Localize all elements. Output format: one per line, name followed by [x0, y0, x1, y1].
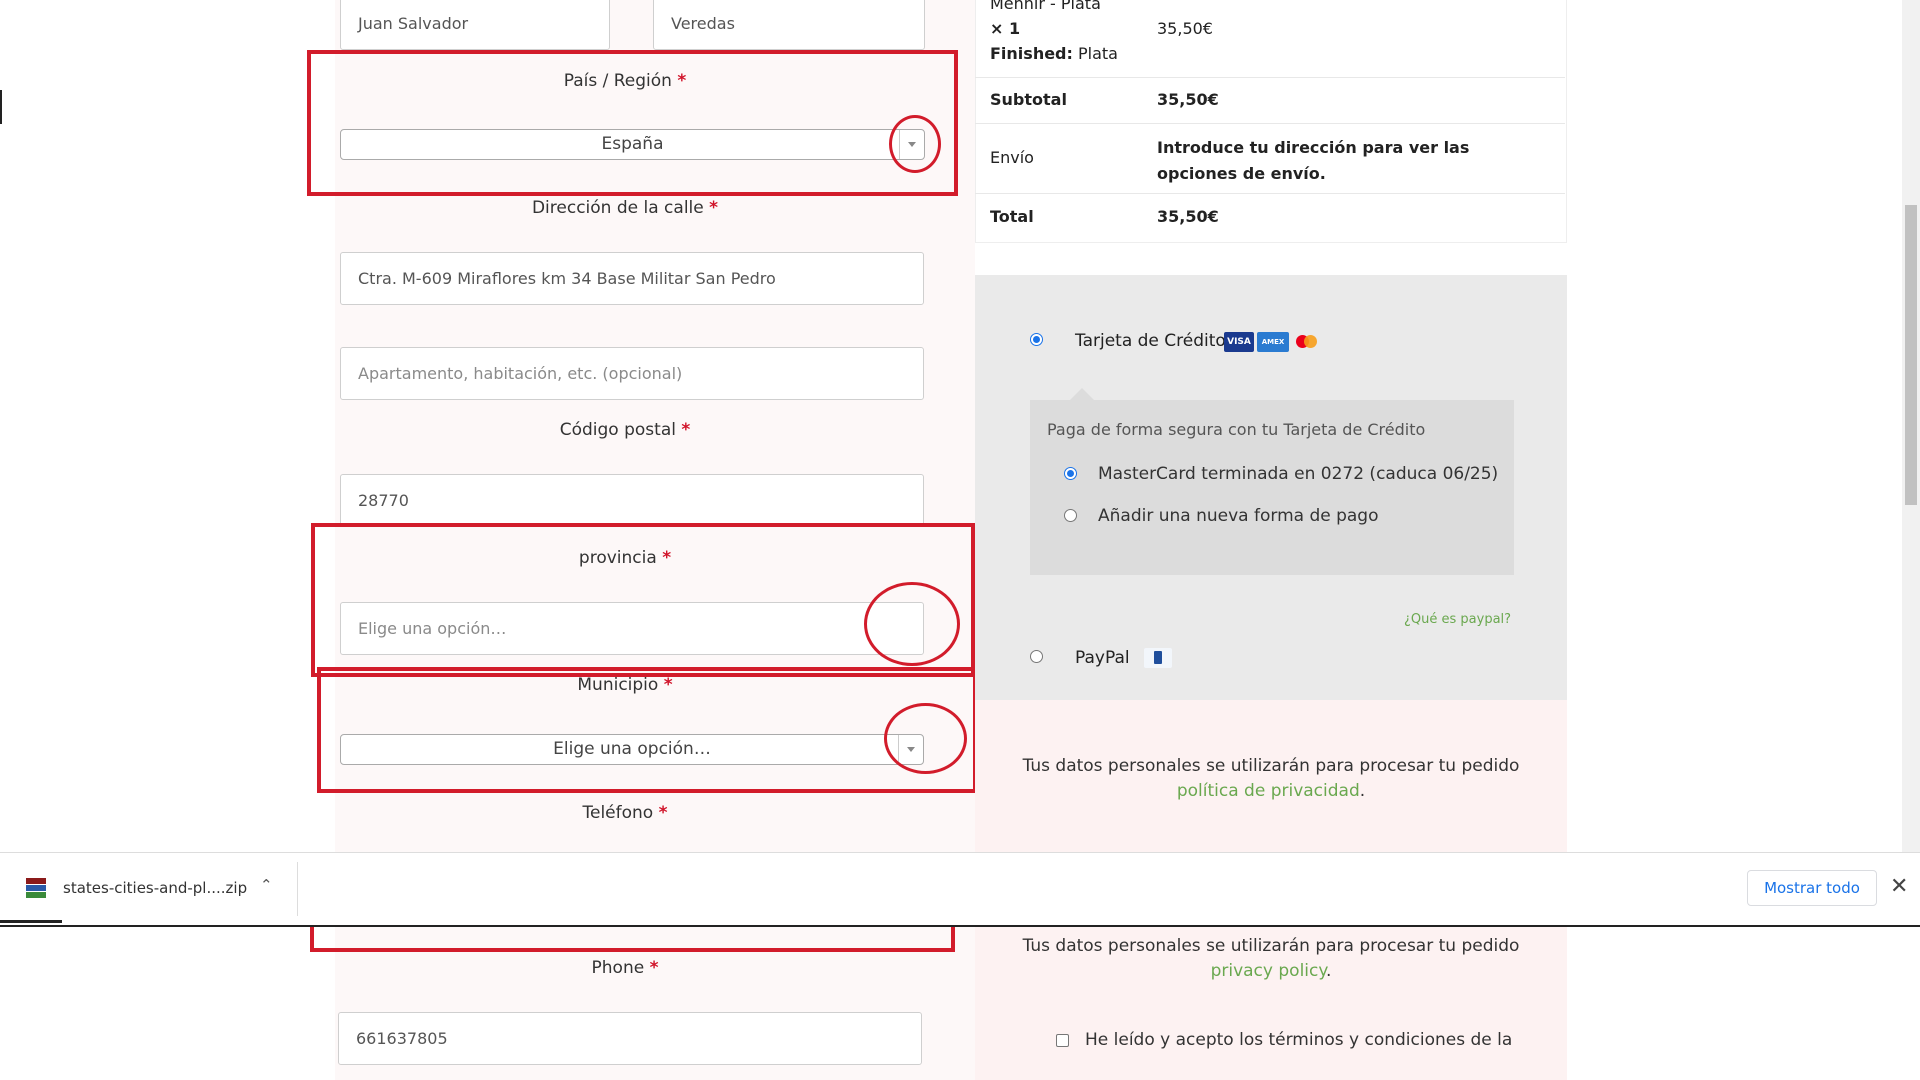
saved-card-label[interactable]: MasterCard terminada en 0272 (caduca 06/…: [1098, 464, 1498, 484]
terms-checkbox[interactable]: [1056, 1034, 1069, 1047]
phone-label: Teléfono *: [582, 803, 668, 823]
street-input[interactable]: Ctra. M-609 Miraflores km 34 Base Milita…: [340, 252, 924, 305]
privacy-text-en: Tus datos personales se utilizarán para …: [1022, 936, 1520, 956]
checkout-page: Juan Salvador Veredas País / Región * Es…: [0, 0, 1920, 1080]
product-attribute: Finished: Plata: [990, 44, 1118, 63]
row-divider: [975, 193, 1565, 194]
total-value: 35,50€: [1157, 207, 1219, 226]
close-icon[interactable]: ✕: [1890, 874, 1908, 899]
text-cursor: [0, 90, 2, 124]
product-price: 35,50€: [1157, 19, 1213, 38]
annotation-circle-municipality-arrow: [884, 703, 967, 774]
shipping-value: Introduce tu dirección para ver las opci…: [1157, 138, 1470, 183]
terms-label[interactable]: He leído y acepto los términos y condici…: [1085, 1030, 1512, 1050]
total-label: Total: [990, 207, 1034, 226]
annotation-box-municipality: [317, 667, 977, 793]
row-divider: [975, 77, 1565, 78]
show-all-downloads-button[interactable]: Mostrar todo: [1747, 870, 1877, 906]
apartment-input[interactable]: Apartamento, habitación, etc. (opcional): [340, 347, 924, 400]
mastercard-icon: [1293, 332, 1321, 352]
annotation-circle-country-arrow: [889, 115, 941, 173]
product-quantity: × 1: [990, 19, 1021, 38]
product-name: Menhir - Plata: [990, 0, 1101, 13]
annotation-box-country: [307, 50, 958, 196]
order-summary-table: [975, 0, 1567, 243]
paypal-icon: [1144, 648, 1172, 668]
new-payment-label[interactable]: Añadir una nueva forma de pago: [1098, 506, 1379, 526]
privacy-link-es-line: política de privacidad.: [1176, 781, 1366, 801]
privacy-policy-link[interactable]: política de privacidad: [1177, 781, 1360, 801]
chevron-up-icon[interactable]: ⌃: [260, 876, 273, 894]
new-payment-radio[interactable]: [1064, 509, 1077, 522]
paypal-radio[interactable]: [1030, 650, 1043, 663]
row-divider: [975, 123, 1565, 124]
first-name-input[interactable]: Juan Salvador: [340, 0, 610, 50]
privacy-link-en-line: privacy policy.: [1210, 961, 1332, 981]
street-label: Dirección de la calle *: [531, 198, 719, 218]
secure-payment-text: Paga de forma segura con tu Tarjeta de C…: [1047, 420, 1426, 439]
what-is-paypal-link[interactable]: ¿Qué es paypal?: [1404, 612, 1511, 627]
download-bar: [0, 852, 1920, 927]
saved-card-radio[interactable]: [1064, 467, 1077, 480]
shipping-label: Envío: [990, 148, 1034, 167]
winrar-icon: [26, 878, 46, 898]
last-name-input[interactable]: Veredas: [653, 0, 925, 50]
download-progress-edge: [0, 920, 62, 923]
visa-icon: VISA: [1224, 332, 1254, 352]
amex-icon: AMEX: [1257, 332, 1289, 352]
subtotal-value: 35,50€: [1157, 90, 1219, 109]
download-file-name[interactable]: states-cities-and-pl....zip: [63, 879, 247, 897]
credit-card-label[interactable]: Tarjeta de Crédito: [1075, 331, 1226, 351]
paypal-label[interactable]: PayPal: [1075, 648, 1130, 668]
privacy-text-es: Tus datos personales se utilizarán para …: [1022, 756, 1520, 776]
scrollbar-thumb[interactable]: [1905, 205, 1917, 505]
subtotal-label: Subtotal: [990, 90, 1067, 109]
payment-box-notch: [1070, 388, 1094, 400]
postal-code-label: Código postal *: [559, 420, 691, 440]
credit-card-radio[interactable]: [1030, 333, 1043, 346]
download-separator: [297, 862, 298, 916]
postal-code-input[interactable]: 28770: [340, 474, 924, 527]
privacy-policy-link-en[interactable]: privacy policy: [1211, 961, 1326, 981]
phone-label-en: Phone *: [591, 958, 659, 978]
phone-input[interactable]: 661637805: [338, 1012, 922, 1065]
annotation-circle-province: [864, 582, 960, 666]
